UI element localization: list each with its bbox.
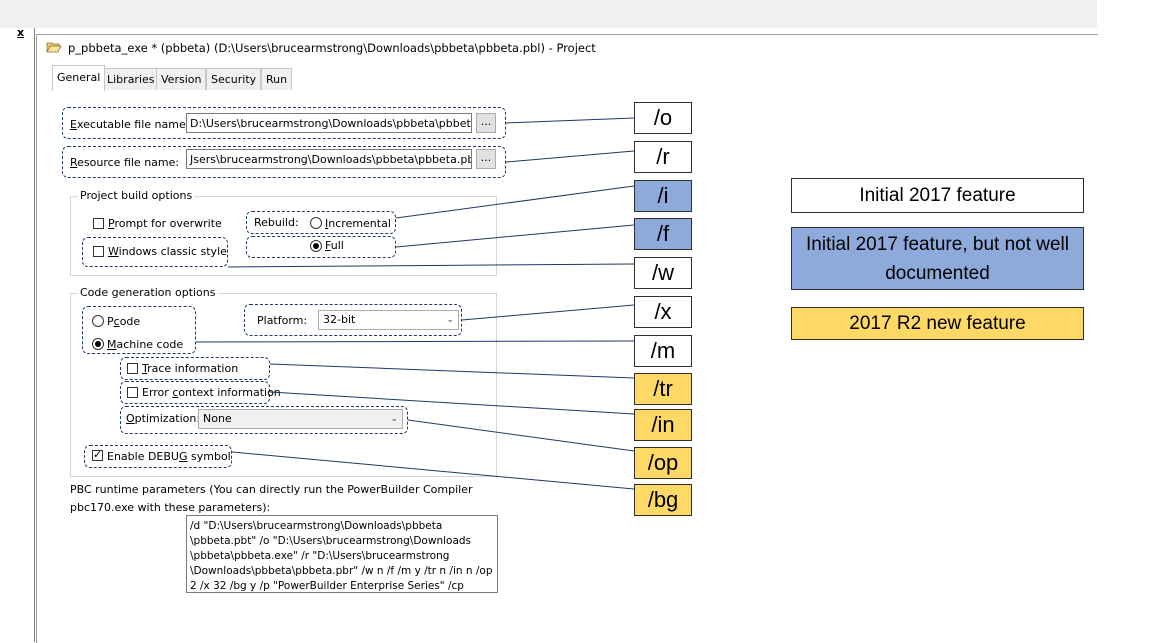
switch-op: /op bbox=[634, 447, 692, 479]
switch-f: /f bbox=[634, 218, 692, 250]
switch-in: /in bbox=[634, 409, 692, 441]
legend-undocumented: Initial 2017 feature, but not well docum… bbox=[791, 227, 1084, 290]
switch-r: /r bbox=[634, 141, 692, 173]
switch-bg: /bg bbox=[634, 484, 692, 516]
switch-x: /x bbox=[634, 296, 692, 328]
tab-general[interactable]: General bbox=[52, 65, 106, 91]
switch-tr: /tr bbox=[634, 373, 692, 405]
legend-r2: 2017 R2 new feature bbox=[791, 307, 1084, 340]
switch-i: /i bbox=[634, 180, 692, 212]
legend-initial: Initial 2017 feature bbox=[791, 178, 1084, 213]
switch-o: /o bbox=[634, 102, 692, 134]
switch-m: /m bbox=[634, 335, 692, 367]
switch-w: /w bbox=[634, 257, 692, 289]
